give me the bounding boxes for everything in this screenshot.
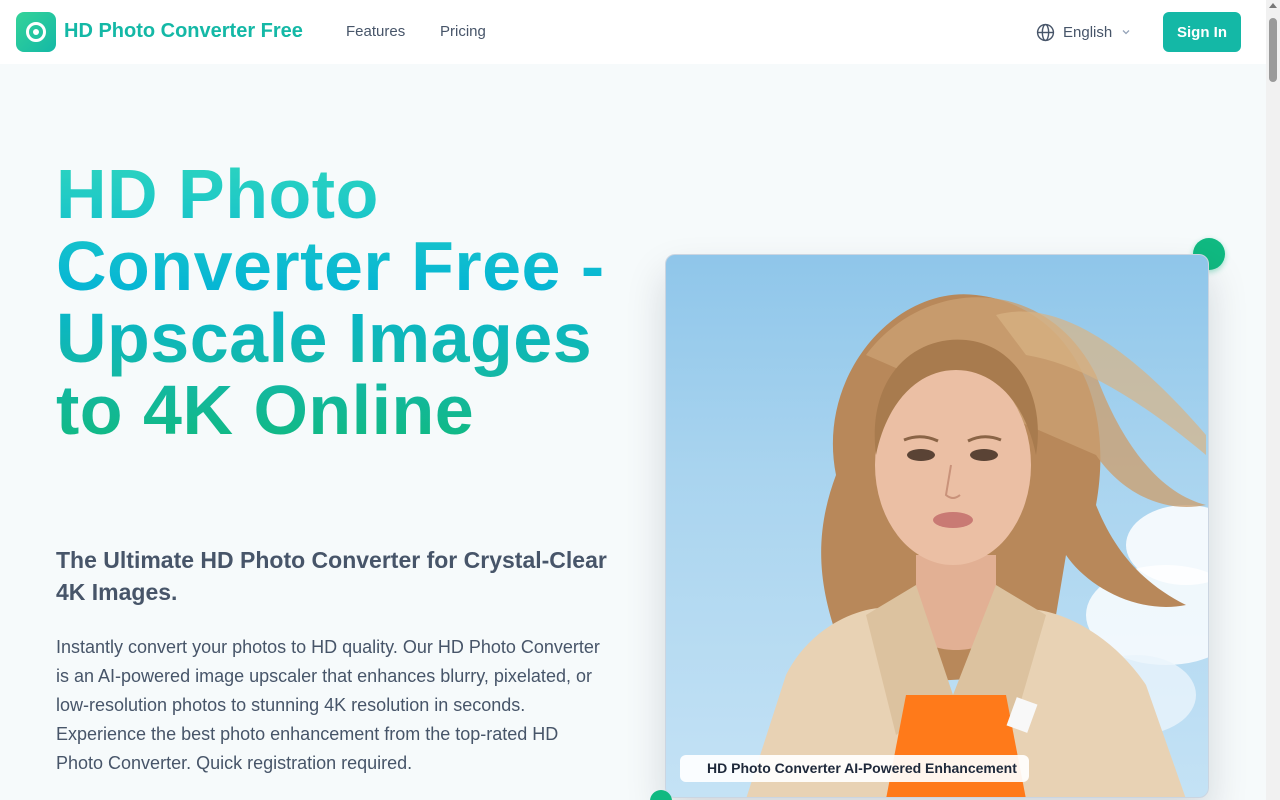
chevron-down-icon xyxy=(1122,30,1130,35)
globe-icon xyxy=(1036,23,1055,41)
logo-icon[interactable] xyxy=(16,12,56,52)
nav-pricing[interactable]: Pricing xyxy=(440,23,486,40)
portrait-photo xyxy=(746,294,1208,797)
top-header: HD Photo Converter Free Features Pricing… xyxy=(0,0,1266,64)
hero-subtitle: The Ultimate HD Photo Converter for Crys… xyxy=(56,547,607,605)
camera-lens-icon xyxy=(26,22,46,42)
showcase-image xyxy=(665,254,1209,798)
sign-in-button[interactable]: Sign In xyxy=(1163,12,1241,52)
hero-description: Instantly convert your photos to HD qual… xyxy=(56,637,600,773)
scrollbar[interactable] xyxy=(1266,0,1280,800)
language-selector[interactable]: English xyxy=(1036,22,1132,42)
nav-features[interactable]: Features xyxy=(346,23,405,40)
hero-title: HD Photo Converter Free - Upscale Images… xyxy=(56,158,656,446)
image-caption: HD Photo Converter AI-Powered Enhancemen… xyxy=(680,755,1029,782)
brand-name[interactable]: HD Photo Converter Free xyxy=(64,20,303,43)
language-label: English xyxy=(1063,23,1113,41)
scroll-thumb[interactable] xyxy=(1269,18,1277,82)
scroll-up-icon[interactable] xyxy=(1269,3,1277,8)
